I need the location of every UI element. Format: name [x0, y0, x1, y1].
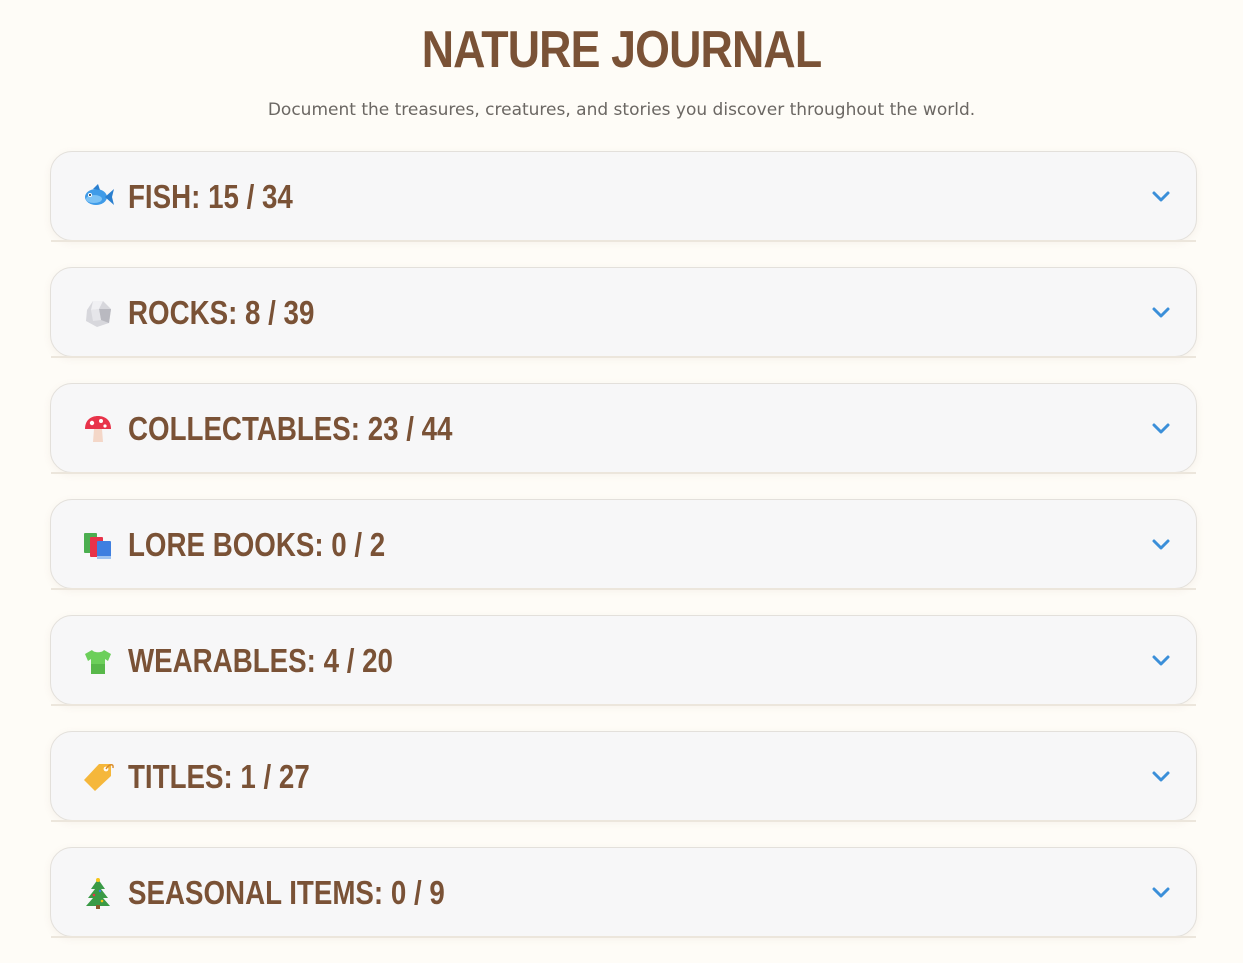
journal-sections: FISH: 15 / 34 ROCKS: 8 / 39 COLLECTABLES…	[50, 151, 1197, 963]
tag-icon	[81, 760, 115, 794]
chevron-down-icon[interactable]	[1150, 533, 1172, 555]
chevron-down-icon[interactable]	[1150, 765, 1172, 787]
section-wearables[interactable]: WEARABLES: 4 / 20	[50, 615, 1197, 706]
chevron-down-icon[interactable]	[1150, 417, 1172, 439]
section-label: TITLES: 1 / 27	[128, 758, 310, 795]
section-collectables[interactable]: COLLECTABLES: 23 / 44	[50, 383, 1197, 474]
rock-icon	[81, 296, 115, 330]
mushroom-icon	[81, 412, 115, 446]
section-rocks[interactable]: ROCKS: 8 / 39	[50, 267, 1197, 358]
chevron-down-icon[interactable]	[1150, 301, 1172, 323]
books-icon	[81, 528, 115, 562]
chevron-down-icon[interactable]	[1150, 649, 1172, 671]
section-label: COLLECTABLES: 23 / 44	[128, 410, 453, 447]
section-label: LORE BOOKS: 0 / 2	[128, 526, 386, 563]
section-seasonal-items[interactable]: SEASONAL ITEMS: 0 / 9	[50, 847, 1197, 938]
chevron-down-icon[interactable]	[1150, 185, 1172, 207]
section-label: WEARABLES: 4 / 20	[128, 642, 393, 679]
section-label: FISH: 15 / 34	[128, 178, 293, 215]
tshirt-icon	[81, 644, 115, 678]
fish-icon	[81, 180, 115, 214]
section-titles[interactable]: TITLES: 1 / 27	[50, 731, 1197, 822]
section-fish[interactable]: FISH: 15 / 34	[50, 151, 1197, 242]
section-label: ROCKS: 8 / 39	[128, 294, 315, 331]
page-subtitle: Document the treasures, creatures, and s…	[267, 100, 976, 120]
section-lore-books[interactable]: LORE BOOKS: 0 / 2	[50, 499, 1197, 590]
chevron-down-icon[interactable]	[1150, 881, 1172, 903]
page-title: NATURE JOURNAL	[421, 21, 822, 79]
section-label: SEASONAL ITEMS: 0 / 9	[128, 874, 445, 911]
tree-icon	[81, 876, 115, 910]
